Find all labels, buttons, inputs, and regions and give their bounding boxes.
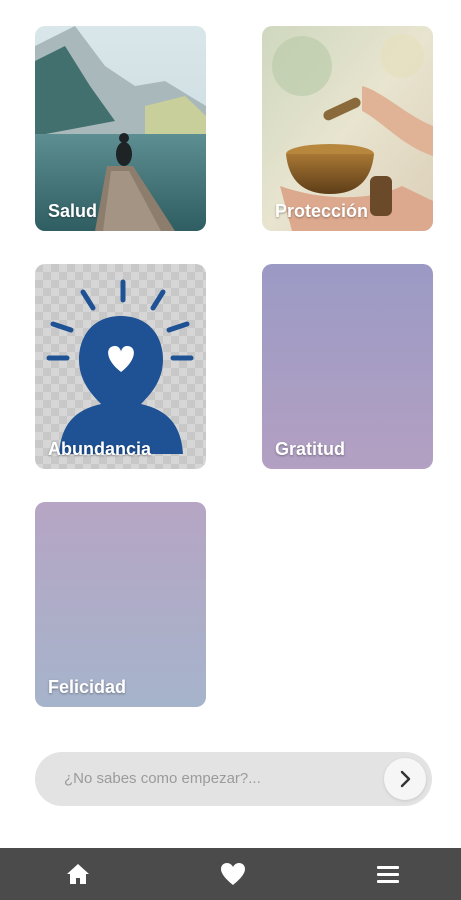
category-card-gratitud[interactable]: Gratitud xyxy=(262,264,433,469)
menu-icon xyxy=(377,866,399,883)
app-screen: Salud Protección Abundancia Gratitud Fel… xyxy=(0,0,461,900)
start-search-bar[interactable]: ¿No sabes como empezar?... xyxy=(35,752,432,806)
category-label: Abundancia xyxy=(48,439,152,459)
category-label: Salud xyxy=(48,201,98,221)
go-button[interactable] xyxy=(384,758,426,800)
category-card-proteccion[interactable]: Protección xyxy=(262,26,433,231)
category-label: Protección xyxy=(275,201,369,221)
search-placeholder: ¿No sabes como empezar?... xyxy=(64,770,261,787)
nav-menu-button[interactable] xyxy=(374,860,402,888)
heart-icon xyxy=(221,863,245,885)
home-icon xyxy=(67,864,89,884)
nav-home-button[interactable] xyxy=(64,860,92,888)
bottom-nav xyxy=(0,848,461,900)
category-label: Gratitud xyxy=(275,439,345,459)
chevron-right-icon xyxy=(400,770,411,788)
category-card-felicidad[interactable]: Felicidad xyxy=(35,502,206,707)
nav-favorites-button[interactable] xyxy=(219,860,247,888)
category-card-abundancia[interactable]: Abundancia xyxy=(35,264,206,469)
category-label: Felicidad xyxy=(48,677,127,697)
category-card-salud[interactable]: Salud xyxy=(35,26,206,231)
